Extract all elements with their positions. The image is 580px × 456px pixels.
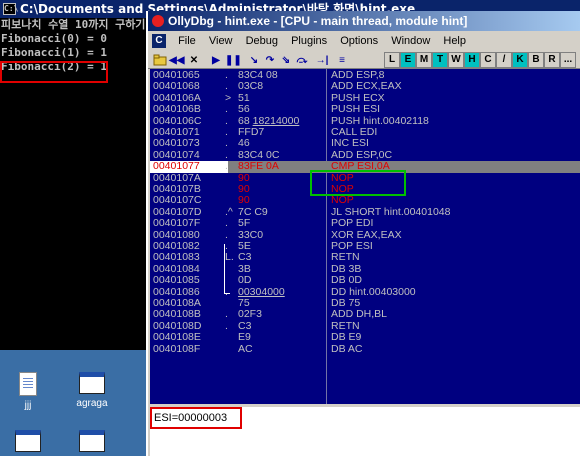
- menu-window[interactable]: Window: [386, 31, 435, 51]
- toolbar-letter-h[interactable]: H: [464, 52, 480, 68]
- row-addr: 0040106B: [153, 103, 201, 116]
- ollydbg-bug-icon: [152, 15, 164, 27]
- disassembly-row[interactable]: 00401086. 00304000 DD hint.00403000: [150, 285, 580, 298]
- goto-icon[interactable]: ≡: [334, 52, 350, 68]
- desktop-icon-jjj[interactable]: jjj: [0, 372, 58, 411]
- rewind-icon[interactable]: ◀◀: [168, 52, 184, 68]
- toolbar: ◀◀ ✕ ▶ ❚❚ ↘ ↷ ⇘ ⤼ →| ≡ L E M T W H C / K…: [148, 51, 580, 69]
- disassembly-row[interactable]: 00401085 0D DB 0D: [150, 274, 580, 287]
- console-line: Fibonacci(0) = 0: [1, 32, 107, 45]
- row-mark: .: [225, 160, 228, 173]
- disassembly-row[interactable]: 0040108F AC DB AC: [150, 342, 580, 355]
- toolbar-letter-m[interactable]: M: [416, 52, 432, 68]
- ollydbg-title-text: OllyDbg - hint.exe - [CPU - main thread,…: [168, 14, 468, 28]
- annotation-box-output: [0, 61, 108, 83]
- toolbar-letter-more[interactable]: ...: [560, 52, 576, 68]
- disassembly-row[interactable]: 00401083 L. C3 RETN: [150, 251, 580, 264]
- row-mark: .: [225, 217, 228, 230]
- menu-bar: C File View Debug Plugins Options Window…: [148, 31, 580, 51]
- ollydbg-window: OllyDbg - hint.exe - [CPU - main thread,…: [146, 11, 580, 456]
- menu-help[interactable]: Help: [438, 31, 471, 51]
- toolbar-letter-e[interactable]: E: [400, 52, 416, 68]
- toolbar-letter-b[interactable]: B: [528, 52, 544, 68]
- menu-options[interactable]: Options: [335, 31, 383, 51]
- window-icon: [79, 430, 105, 452]
- menu-view[interactable]: View: [204, 31, 238, 51]
- row-addr: 00401085: [153, 274, 200, 287]
- console-icon: C:\: [3, 3, 19, 15]
- row-dis: POP EDI: [331, 217, 374, 230]
- row-mark: .: [225, 319, 228, 332]
- row-dis: DB AC: [331, 342, 363, 355]
- annotation-box-cmp: [310, 170, 406, 196]
- trace-into-icon[interactable]: ⇘: [278, 52, 294, 68]
- execute-till-return-icon[interactable]: →|: [314, 52, 330, 68]
- toolbar-letter-slash[interactable]: /: [496, 52, 512, 68]
- desktop: jjj agraga: [0, 350, 150, 456]
- row-addr: 0040108E: [153, 331, 201, 344]
- disassembly-row[interactable]: 0040106B. 56 PUSH ESI: [150, 103, 580, 116]
- pause-icon[interactable]: ❚❚: [224, 52, 242, 68]
- toolbar-letter-c[interactable]: C: [480, 52, 496, 68]
- step-over-icon[interactable]: ↷: [262, 52, 278, 68]
- window-icon: [15, 430, 41, 452]
- desktop-icon-3[interactable]: [0, 430, 58, 456]
- open-icon[interactable]: [152, 52, 168, 68]
- step-into-icon[interactable]: ↘: [246, 52, 262, 68]
- run-icon[interactable]: ▶: [208, 52, 224, 68]
- row-hex: 56: [238, 103, 250, 116]
- disassembly-row[interactable]: 00401084 3B DB 3B: [150, 263, 580, 275]
- row-addr: 0040107F: [153, 217, 201, 230]
- disassembly-row[interactable]: 0040108E E9 DB E9: [150, 331, 580, 344]
- console-line: 피보나치 수열 10까지 구하기: [1, 18, 146, 31]
- menu-debug[interactable]: Debug: [241, 31, 283, 51]
- desktop-icon-label: agraga: [76, 398, 108, 409]
- row-dis: PUSH ESI: [331, 103, 381, 116]
- toolbar-letter-l[interactable]: L: [384, 52, 400, 68]
- menu-file[interactable]: File: [173, 31, 201, 51]
- row-dis: DB 0D: [331, 274, 362, 287]
- row-hex: 5F: [238, 217, 251, 230]
- hex-operand-underlined: 18214000: [252, 114, 300, 127]
- window-icon: [79, 372, 105, 394]
- document-icon: [19, 372, 37, 396]
- hex-operand-underlined: 00304000: [238, 285, 285, 298]
- trace-over-icon[interactable]: ⤼: [294, 52, 310, 68]
- ollydbg-titlebar[interactable]: OllyDbg - hint.exe - [CPU - main thread,…: [148, 11, 580, 31]
- disassembly-row[interactable]: 0040107F. 5F POP EDI: [150, 217, 580, 230]
- toolbar-letter-t[interactable]: T: [432, 52, 448, 68]
- cpu-window-icon[interactable]: C: [152, 34, 166, 48]
- info-pane: ESI=00000003: [150, 404, 580, 456]
- toolbar-letter-w[interactable]: W: [448, 52, 464, 68]
- disassembly-row[interactable]: 00401082. 5E POP ESI: [150, 240, 580, 252]
- row-addr: 0040108F: [153, 342, 201, 355]
- row-hex: E9: [238, 331, 251, 344]
- row-mark: .: [225, 103, 228, 116]
- row-hex: 83FE 0A: [238, 160, 279, 173]
- toolbar-letter-r[interactable]: R: [544, 52, 560, 68]
- close-icon[interactable]: ✕: [186, 52, 202, 68]
- desktop-icon-4[interactable]: [62, 430, 122, 456]
- annotation-box-esi: [150, 407, 242, 429]
- row-mark: .: [225, 285, 228, 298]
- disassembly-row[interactable]: 0040108B. 02F3 ADD DH,BL: [150, 308, 580, 320]
- disassembly-row[interactable]: 0040108D. C3 RETN: [150, 319, 580, 332]
- desktop-icon-label: jjj: [24, 400, 32, 411]
- row-dis: DB E9: [331, 331, 362, 344]
- desktop-icon-agraga[interactable]: agraga: [62, 372, 122, 409]
- row-addr: 00401077: [150, 160, 228, 173]
- row-hex: AC: [238, 342, 253, 355]
- toolbar-letter-k[interactable]: K: [512, 52, 528, 68]
- console-line: Fibonacci(1) = 1: [1, 46, 107, 59]
- cpu-disassembly-pane[interactable]: 00401065. 83C4 08 ADD ESP,8 00401068. 03C8 AD…: [150, 69, 580, 404]
- menu-plugins[interactable]: Plugins: [286, 31, 332, 51]
- row-mark: L.: [225, 251, 234, 264]
